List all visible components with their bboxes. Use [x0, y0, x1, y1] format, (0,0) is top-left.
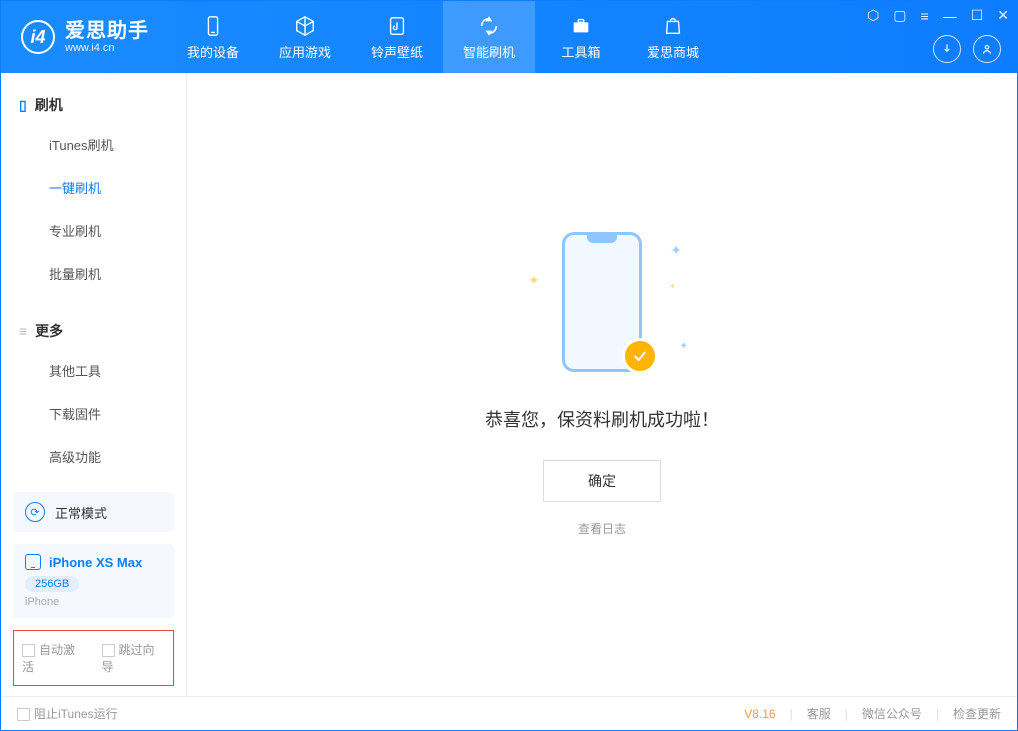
options-row: 自动激活 跳过向导 — [13, 630, 174, 686]
sidebar: ▯ 刷机 iTunes刷机 一键刷机 专业刷机 批量刷机 ≡ 更多 其他工具 下… — [1, 73, 187, 696]
mode-label: 正常模式 — [55, 503, 107, 522]
logo-icon: i4 — [21, 20, 55, 54]
app-subtitle: www.i4.cn — [65, 42, 149, 54]
main-content: ✦ ✦ ✦ ✦ 恭喜您，保资料刷机成功啦！ 确定 查看日志 — [187, 73, 1017, 696]
nav-my-device[interactable]: 我的设备 — [167, 1, 259, 73]
nav-toolbox[interactable]: 工具箱 — [535, 1, 627, 73]
titlebar: i4 爱思助手 www.i4.cn 我的设备 应用游戏 铃声壁纸 智能刷机 — [1, 1, 1017, 73]
checkbox-block-itunes[interactable]: 阻止iTunes运行 — [17, 705, 118, 722]
refresh-icon — [477, 14, 501, 38]
nav-label: 爱思商城 — [647, 42, 699, 61]
header-actions — [933, 35, 1001, 63]
nav-ringtones[interactable]: 铃声壁纸 — [351, 1, 443, 73]
user-icon[interactable] — [973, 35, 1001, 63]
device-box[interactable]: iPhone XS Max 256GB iPhone — [13, 544, 174, 618]
device-icon — [201, 14, 225, 38]
support-link[interactable]: 客服 — [807, 705, 831, 722]
minimize-icon[interactable]: — — [943, 8, 957, 24]
statusbar: 阻止iTunes运行 V8.16 | 客服 | 微信公众号 | 检查更新 — [1, 696, 1017, 730]
sidebar-item-advanced[interactable]: 高级功能 — [1, 435, 186, 478]
toolbox-icon — [569, 14, 593, 38]
success-message: 恭喜您，保资料刷机成功啦！ — [485, 406, 719, 432]
menu-icon[interactable]: ≡ — [921, 8, 929, 24]
feedback-icon[interactable]: ▢ — [893, 7, 906, 24]
nav-label: 工具箱 — [561, 42, 600, 61]
sidebar-item-batch-flash[interactable]: 批量刷机 — [1, 252, 186, 295]
list-icon: ≡ — [19, 323, 27, 339]
sparkle-icon: ✦ — [680, 341, 688, 352]
logo: i4 爱思助手 www.i4.cn — [1, 20, 167, 54]
nav-label: 智能刷机 — [463, 42, 515, 61]
sidebar-section-more: ≡ 更多 — [1, 313, 186, 349]
app-title: 爱思助手 — [65, 20, 149, 42]
nav-store[interactable]: 爱思商城 — [627, 1, 719, 73]
mode-icon: ⟳ — [25, 502, 45, 522]
wechat-link[interactable]: 微信公众号 — [862, 705, 922, 722]
check-badge-icon — [622, 338, 658, 374]
device-storage: 256GB — [25, 576, 79, 592]
phone-icon: ▯ — [19, 97, 27, 114]
device-type: iPhone — [25, 596, 162, 608]
device-phone-icon — [25, 554, 41, 570]
nav-flash[interactable]: 智能刷机 — [443, 1, 535, 73]
sparkle-icon: ✦ — [528, 272, 540, 289]
bag-icon — [661, 14, 685, 38]
top-nav: 我的设备 应用游戏 铃声壁纸 智能刷机 工具箱 爱思商城 — [167, 1, 719, 73]
nav-label: 我的设备 — [187, 42, 239, 61]
body: ▯ 刷机 iTunes刷机 一键刷机 专业刷机 批量刷机 ≡ 更多 其他工具 下… — [1, 73, 1017, 696]
sidebar-item-other-tools[interactable]: 其他工具 — [1, 349, 186, 392]
shirt-icon[interactable]: ⬡ — [867, 7, 879, 24]
app-window: i4 爱思助手 www.i4.cn 我的设备 应用游戏 铃声壁纸 智能刷机 — [0, 0, 1018, 731]
download-icon[interactable] — [933, 35, 961, 63]
sparkle-icon: ✦ — [670, 242, 682, 259]
nav-label: 应用游戏 — [279, 42, 331, 61]
sidebar-item-pro-flash[interactable]: 专业刷机 — [1, 209, 186, 252]
window-controls: ⬡ ▢ ≡ — ☐ ✕ — [867, 7, 1009, 24]
sidebar-item-itunes-flash[interactable]: iTunes刷机 — [1, 123, 186, 166]
sidebar-section-flash: ▯ 刷机 — [1, 87, 186, 123]
version-label: V8.16 — [744, 707, 775, 721]
device-name: iPhone XS Max — [49, 555, 142, 570]
checkbox-skip-guide[interactable]: 跳过向导 — [102, 641, 166, 675]
checkbox-auto-activate[interactable]: 自动激活 — [22, 641, 86, 675]
view-log-link[interactable]: 查看日志 — [578, 520, 626, 537]
nav-apps[interactable]: 应用游戏 — [259, 1, 351, 73]
success-illustration: ✦ ✦ ✦ ✦ — [542, 232, 662, 382]
sparkle-icon: ✦ — [669, 282, 676, 291]
sidebar-item-download-firmware[interactable]: 下载固件 — [1, 392, 186, 435]
music-icon — [385, 14, 409, 38]
check-update-link[interactable]: 检查更新 — [953, 705, 1001, 722]
cube-icon — [293, 14, 317, 38]
nav-label: 铃声壁纸 — [371, 42, 423, 61]
mode-box[interactable]: ⟳ 正常模式 — [13, 492, 174, 532]
close-icon[interactable]: ✕ — [997, 7, 1009, 24]
sidebar-item-oneclick-flash[interactable]: 一键刷机 — [1, 166, 186, 209]
ok-button[interactable]: 确定 — [543, 460, 661, 502]
maximize-icon[interactable]: ☐ — [971, 7, 984, 24]
